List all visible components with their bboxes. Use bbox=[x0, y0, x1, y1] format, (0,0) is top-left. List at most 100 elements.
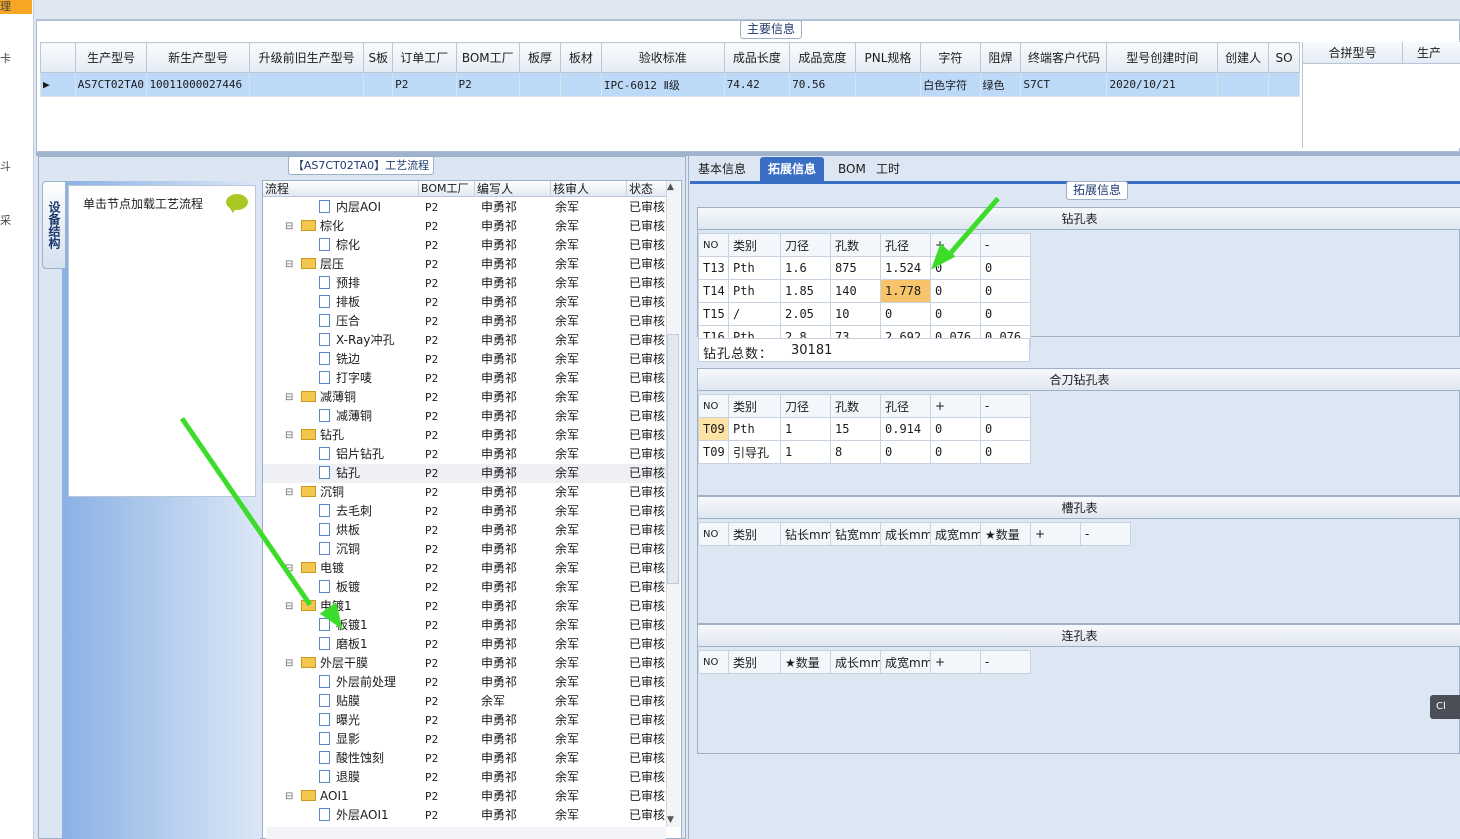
grid-cell[interactable]: 875 bbox=[830, 256, 881, 280]
grid-header-cell[interactable]: 类别 bbox=[728, 522, 781, 546]
process-tree-row[interactable]: X-Ray冲孔 P2 申勇祁 余军 已审核 bbox=[263, 331, 668, 350]
process-tree-row[interactable]: 减薄铜 P2 申勇祁 余军 已审核 bbox=[263, 407, 668, 426]
grid-cell[interactable]: 1.6 bbox=[780, 256, 831, 280]
grid-header-cell[interactable]: 成宽mm bbox=[930, 522, 981, 546]
grid-cell[interactable]: 1 bbox=[780, 440, 831, 464]
grid-header-cell[interactable]: 孔径 bbox=[880, 233, 931, 257]
main-cell[interactable]: AS7CT02TA0 bbox=[74, 72, 148, 97]
grid-cell[interactable]: 0.914 bbox=[880, 417, 931, 441]
process-tree-row[interactable]: 外层AOI1 P2 申勇祁 余军 已审核 bbox=[263, 806, 668, 825]
process-tree-row[interactable]: AOI1 ⊟ P2 申勇祁 余军 已审核 bbox=[263, 787, 668, 806]
grid-header-cell[interactable]: 成长mm bbox=[830, 650, 881, 674]
main-col-header[interactable] bbox=[40, 42, 76, 73]
main-cell[interactable]: 2020/10/21 bbox=[1106, 72, 1218, 97]
grid-cell[interactable]: Pth bbox=[728, 417, 781, 441]
grid-header-cell[interactable]: ★数量 bbox=[980, 522, 1031, 546]
clip-button[interactable]: Cl bbox=[1430, 695, 1460, 719]
grid-cell[interactable]: 0 bbox=[880, 440, 931, 464]
grid-cell[interactable]: 0 bbox=[930, 279, 981, 303]
grid-header-cell[interactable]: 类别 bbox=[728, 650, 781, 674]
process-tree-row[interactable]: 压合 P2 申勇祁 余军 已审核 bbox=[263, 312, 668, 331]
grid-cell[interactable]: 0 bbox=[930, 440, 981, 464]
grid-cell[interactable]: T14 bbox=[698, 279, 729, 303]
col-reviewer[interactable]: 核审人 bbox=[551, 181, 627, 197]
grid-header-cell[interactable]: NO bbox=[698, 650, 729, 674]
main-cell[interactable] bbox=[518, 72, 561, 97]
col-bom-factory[interactable]: BOM工厂 bbox=[419, 181, 475, 197]
main-cell[interactable]: P2 bbox=[392, 72, 457, 97]
collapse-icon[interactable]: ⊟ bbox=[285, 388, 293, 407]
main-col-header[interactable]: 新生产型号 bbox=[146, 42, 250, 73]
main-cell[interactable] bbox=[1216, 72, 1270, 97]
process-tree-row[interactable]: 排板 P2 申勇祁 余军 已审核 bbox=[263, 293, 668, 312]
collapse-icon[interactable]: ⊟ bbox=[285, 483, 293, 502]
tab-basic-info[interactable]: 基本信息 bbox=[690, 157, 754, 181]
collapse-icon[interactable]: ⊟ bbox=[285, 255, 293, 274]
grid-row[interactable]: T09 引导孔 1 8 0 0 0 bbox=[698, 440, 1031, 464]
main-col-header[interactable]: 板厚 bbox=[518, 42, 561, 73]
grid-cell[interactable]: 15 bbox=[830, 417, 881, 441]
scroll-up-icon[interactable]: ▲ bbox=[667, 182, 674, 192]
grid-header-cell[interactable]: - bbox=[980, 233, 1031, 257]
collapse-icon[interactable]: ⊟ bbox=[285, 654, 293, 673]
main-col-header[interactable]: 字符 bbox=[920, 42, 981, 73]
main-cell[interactable]: 70.56 bbox=[789, 72, 856, 97]
grid-cell[interactable]: Pth bbox=[728, 256, 781, 280]
grid-cell[interactable]: 0 bbox=[980, 440, 1031, 464]
process-tree-row[interactable]: 棕化 P2 申勇祁 余军 已审核 bbox=[263, 236, 668, 255]
grid-header-cell[interactable]: + bbox=[930, 394, 981, 418]
collapse-icon[interactable]: ⊟ bbox=[285, 217, 293, 236]
grid-row[interactable]: T15/2.05 10 0 0 0 bbox=[698, 302, 1031, 326]
process-tree-row[interactable]: 外层干膜 ⊟ P2 申勇祁 余军 已审核 bbox=[263, 654, 668, 673]
grid-header-cell[interactable]: 孔数 bbox=[830, 233, 881, 257]
grid-header-cell[interactable]: 成宽mm bbox=[880, 650, 931, 674]
grid-cell[interactable]: Pth bbox=[728, 279, 781, 303]
process-tree-row[interactable]: 电镀 ⊟ P2 申勇祁 余军 已审核 bbox=[263, 559, 668, 578]
grid-cell[interactable]: T09 bbox=[698, 417, 729, 441]
grid-cell[interactable]: 10 bbox=[830, 302, 881, 326]
main-col-header[interactable]: 生产型号 bbox=[74, 42, 148, 73]
grid-cell[interactable]: 8 bbox=[830, 440, 881, 464]
process-tree-row[interactable]: 磨板1 P2 申勇祁 余军 已审核 bbox=[263, 635, 668, 654]
process-tree-row[interactable]: 钻孔 P2 申勇祁 余军 已审核 bbox=[263, 464, 668, 483]
grid-row[interactable]: T13 Pth 1.6 875 1.524 0 0 bbox=[698, 256, 1031, 280]
collapse-icon[interactable]: ⊟ bbox=[285, 787, 293, 806]
left-nav-char[interactable]: 采 bbox=[0, 212, 11, 228]
grid-header-cell[interactable]: - bbox=[980, 650, 1031, 674]
tab-work-hours[interactable]: 工时 bbox=[868, 157, 908, 181]
main-col-header[interactable]: 板材 bbox=[559, 42, 602, 73]
grid-cell[interactable]: 引导孔 bbox=[728, 440, 781, 464]
process-tree-row[interactable]: 显影 P2 申勇祁 余军 已审核 bbox=[263, 730, 668, 749]
process-tree-row[interactable]: 减薄铜 ⊟ P2 申勇祁 余军 已审核 bbox=[263, 388, 668, 407]
main-col-header[interactable]: 订单工厂 bbox=[392, 42, 457, 73]
process-tree-row[interactable]: 酸性蚀刻 P2 申勇祁 余军 已审核 bbox=[263, 749, 668, 768]
grid-cell[interactable]: 1 bbox=[780, 417, 831, 441]
merge-model-header[interactable]: 合拼型号 bbox=[1303, 42, 1403, 64]
left-nav-char[interactable]: 卡 bbox=[0, 50, 11, 66]
process-tree-row[interactable]: 沉铜 P2 申勇祁 余军 已审核 bbox=[263, 540, 668, 559]
process-tree-row[interactable]: 去毛刺 P2 申勇祁 余军 已审核 bbox=[263, 502, 668, 521]
main-col-header[interactable]: 阻焊 bbox=[979, 42, 1022, 73]
main-cell[interactable]: S7CT bbox=[1020, 72, 1108, 97]
grid-cell[interactable]: 140 bbox=[830, 279, 881, 303]
grid-header-cell[interactable]: 孔数 bbox=[830, 394, 881, 418]
grid-row[interactable]: T09 Pth 1 15 0.914 0 0 bbox=[698, 417, 1031, 441]
tab-extended-info[interactable]: 拓展信息 bbox=[760, 157, 825, 181]
scroll-down-icon[interactable]: ▼ bbox=[667, 815, 674, 825]
process-tree-row[interactable]: 曝光 P2 申勇祁 余军 已审核 bbox=[263, 711, 668, 730]
main-cell[interactable]: 74.42 bbox=[723, 72, 791, 97]
main-cell[interactable]: 10011000027446 bbox=[146, 72, 250, 97]
main-col-header[interactable]: 成品长度 bbox=[723, 42, 791, 73]
left-nav-char[interactable]: 斗 bbox=[0, 158, 11, 174]
tree-horizontal-scrollbar[interactable] bbox=[266, 827, 666, 839]
process-tree-row[interactable]: 退膜 P2 申勇祁 余军 已审核 bbox=[263, 768, 668, 787]
grid-header-cell[interactable]: 刀径 bbox=[780, 394, 831, 418]
process-tree-row[interactable]: 铣边 P2 申勇祁 余军 已审核 bbox=[263, 350, 668, 369]
main-cell[interactable] bbox=[854, 72, 922, 97]
grid-cell[interactable]: 1.85 bbox=[780, 279, 831, 303]
grid-header-cell[interactable]: 类别 bbox=[728, 394, 781, 418]
grid-header-cell[interactable]: NO bbox=[698, 522, 729, 546]
grid-cell[interactable]: 1.524 bbox=[880, 256, 931, 280]
grid-header-cell[interactable]: + bbox=[930, 650, 981, 674]
process-tree-row[interactable]: 沉铜 ⊟ P2 申勇祁 余军 已审核 bbox=[263, 483, 668, 502]
